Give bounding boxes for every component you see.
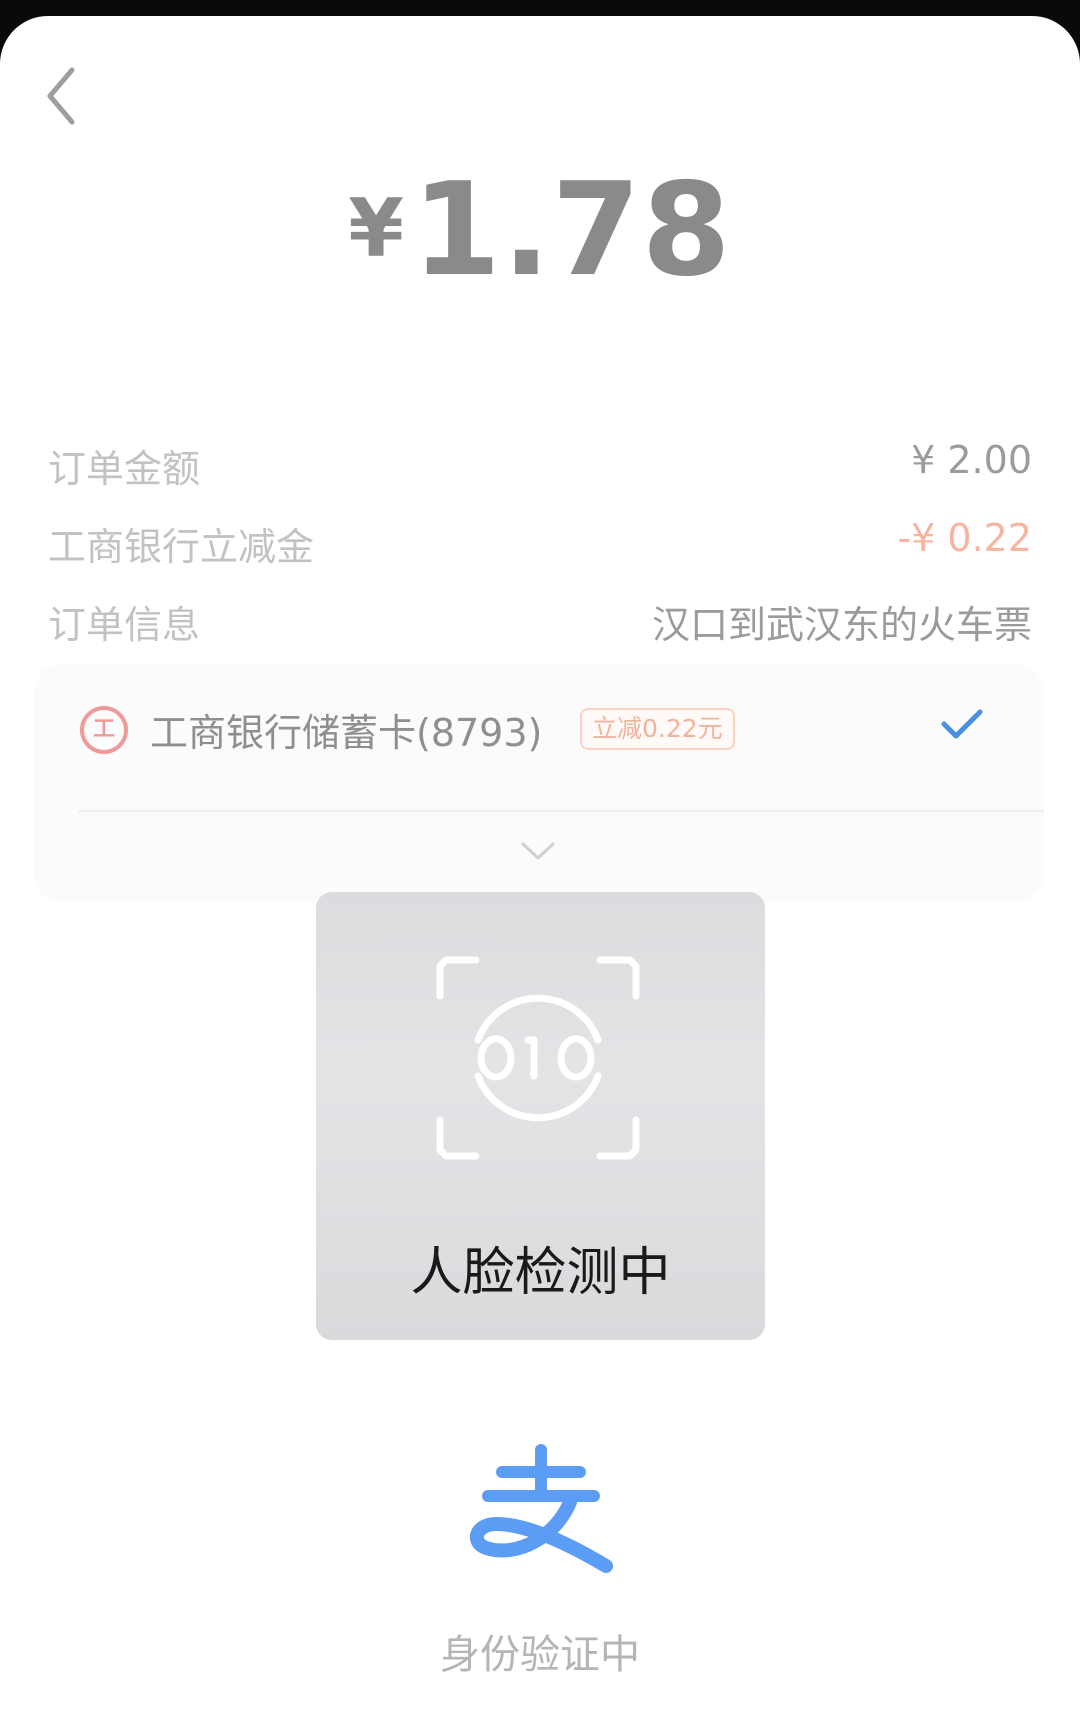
- identity-verification-status: 身份验证中: [440, 1632, 640, 1678]
- alipay-logo-icon: [469, 1444, 613, 1573]
- payment-sheet: ¥1.78 订单金额 ¥ 2.00 工商银行立减金 -¥ 0.22 订单信息 汉…: [0, 16, 1080, 1725]
- promo-badge: 立减0.22元: [580, 708, 735, 750]
- face-detection-dialog: 人脸检测中: [316, 892, 765, 1340]
- discount-label: 工商银行立减金: [48, 525, 315, 569]
- order-info-value: 汉口到武汉东的火车票: [651, 603, 1032, 647]
- discount-value: -¥ 0.22: [897, 516, 1032, 560]
- amount-value: 1.78: [411, 156, 732, 305]
- payment-amount: ¥1.78: [0, 156, 1080, 305]
- face-detection-status: 人脸检测中: [410, 1243, 671, 1303]
- face-scan-icon: [436, 956, 640, 1160]
- payment-method-panel[interactable]: 工 工商银行储蓄卡(8793) 立减0.22元: [34, 664, 1044, 902]
- order-amount-row: 订单金额 ¥ 2.00: [48, 438, 1032, 498]
- order-info-row: 订单信息 汉口到武汉东的火车票: [48, 594, 1032, 654]
- currency-symbol: ¥: [348, 182, 404, 275]
- icbc-logo-icon: 工: [80, 706, 128, 754]
- checkmark-icon: [941, 709, 983, 739]
- card-name: 工商银行储蓄卡(8793): [150, 711, 543, 755]
- order-amount-label: 订单金额: [48, 447, 201, 491]
- discount-row: 工商银行立减金 -¥ 0.22: [48, 516, 1032, 576]
- back-chevron-icon[interactable]: [40, 56, 90, 136]
- order-amount-value: ¥ 2.00: [911, 438, 1032, 482]
- panel-divider: [78, 810, 1044, 812]
- chevron-down-icon[interactable]: [520, 840, 556, 862]
- order-info-label: 订单信息: [48, 603, 201, 647]
